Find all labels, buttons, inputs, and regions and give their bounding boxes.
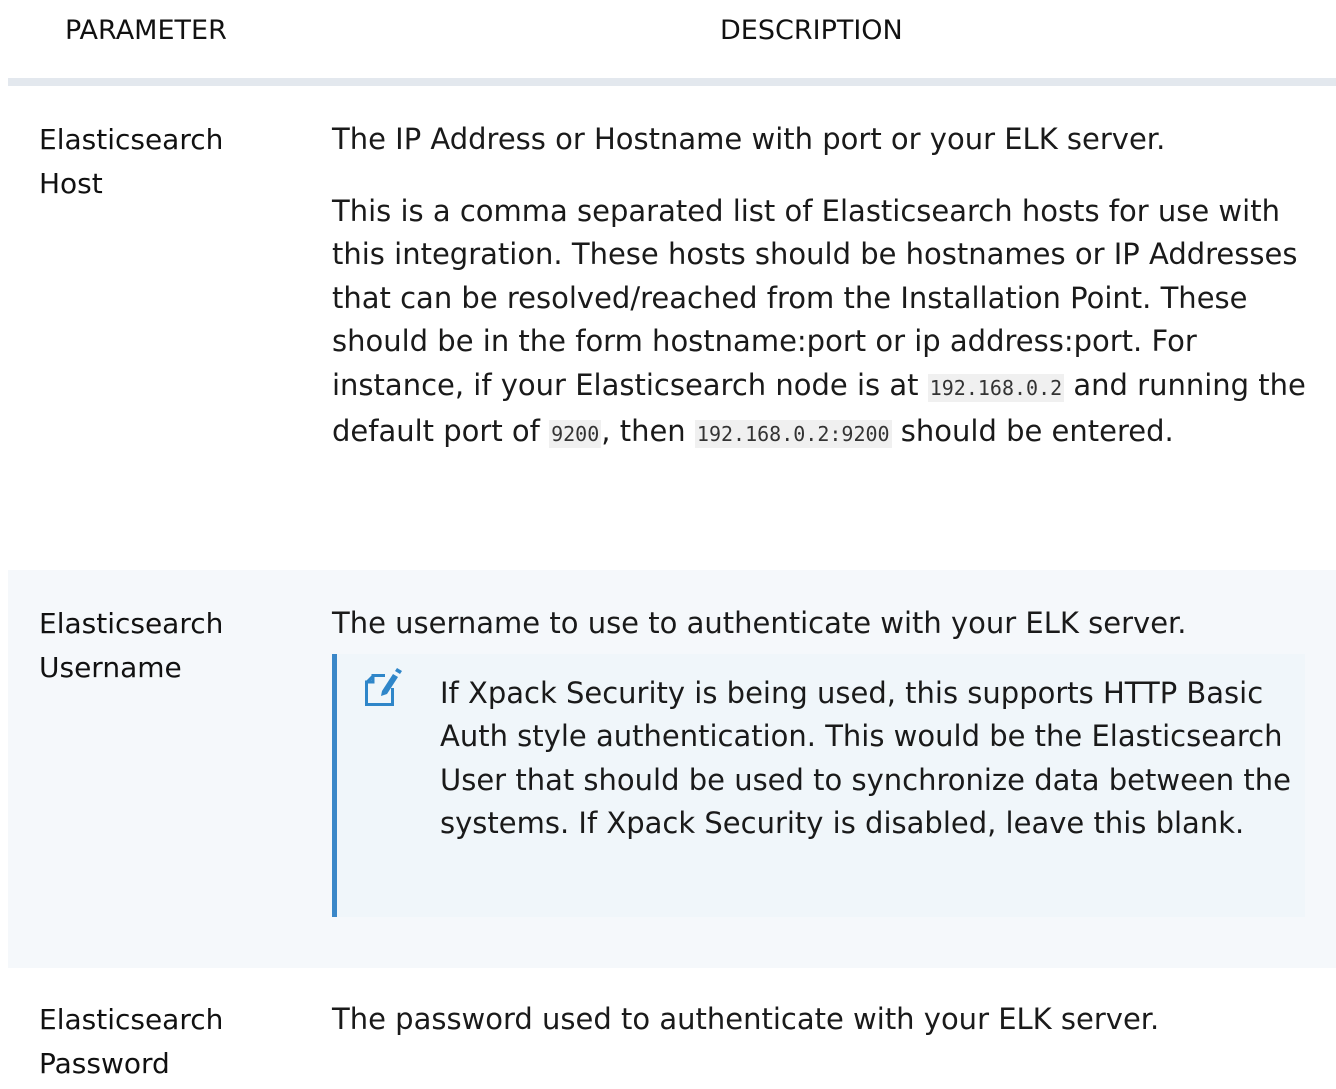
description-summary: The password used to authenticate with y… [332,1002,1160,1036]
description-summary: The username to use to authenticate with… [332,606,1187,640]
param-description: The username to use to authenticate with… [332,602,1322,917]
description-detail: This is a comma separated list of Elasti… [332,190,1322,457]
table-row: Elasticsearch Host The IP Address or Hos… [8,86,1336,570]
code-ip: 192.168.0.2 [927,373,1065,402]
param-name: Elasticsearch Host [39,123,224,200]
description-summary: The IP Address or Hostname with port or … [332,122,1166,156]
note-text: If Xpack Security is being used, this su… [440,675,1291,841]
table-row: Elasticsearch Username The username to u… [8,570,1336,968]
detail-text: should be entered. [891,414,1174,448]
param-name: Elasticsearch Username [39,607,224,684]
param-description: The IP Address or Hostname with port or … [332,118,1322,457]
header-parameter: PARAMETER [65,15,227,46]
code-port: 9200 [549,420,602,448]
note-pencil-icon [361,667,405,708]
table-row: Elasticsearch Password The password used… [8,968,1336,1089]
note-callout: If Xpack Security is being used, this su… [332,653,1305,917]
detail-text: , then [601,414,695,448]
code-host-port: 192.168.0.2:9200 [694,420,892,448]
param-name: Elasticsearch Password [39,1003,224,1080]
table-header: PARAMETER DESCRIPTION [8,0,1336,86]
param-description: The password used to authenticate with y… [332,998,1322,1042]
parameter-table: PARAMETER DESCRIPTION Elasticsearch Host… [8,0,1336,1089]
header-description: DESCRIPTION [720,15,903,46]
